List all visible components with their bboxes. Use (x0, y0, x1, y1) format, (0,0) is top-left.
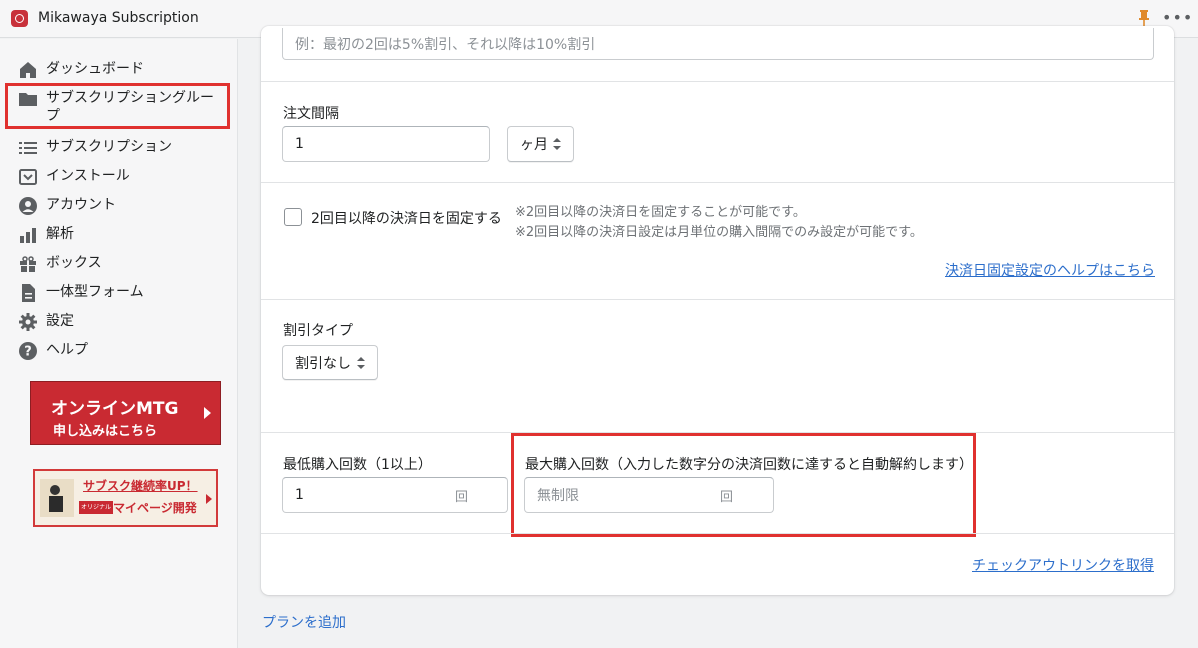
checkout-link[interactable]: チェックアウトリンクを取得 (972, 555, 1154, 575)
fix-date-help-link[interactable]: 決済日固定設定のヘルプはこちら (945, 260, 1155, 280)
home-icon (20, 62, 36, 78)
app-logo-icon (11, 10, 28, 27)
form-icon (22, 284, 35, 302)
discount-type-label: 割引タイプ (283, 323, 353, 339)
banner-title: サブスク継続率UP！ (83, 479, 198, 493)
interval-unit-value: ヶ月 (520, 137, 548, 153)
fix-date-note: ※2回目以降の決済日設定は月単位の購入間隔でのみ設定が可能です。 (515, 225, 923, 240)
account-icon (19, 197, 37, 215)
analytics-icon (20, 228, 36, 243)
online-mtg-banner[interactable]: オンラインMTG 申し込みはこちら (30, 381, 221, 445)
discount-type-select[interactable]: 割引なし (282, 345, 378, 380)
gift-icon (20, 256, 36, 272)
banner-subtitle: 申し込みはこちら (53, 424, 158, 439)
banner-title: オンラインMTG (51, 399, 179, 419)
divider (261, 182, 1174, 183)
sidebar-item-label: ヘルプ (46, 342, 88, 358)
select-caret-icon (357, 356, 365, 369)
add-plan-link[interactable]: プランを追加 (262, 612, 346, 632)
interval-input[interactable]: 1 (282, 126, 490, 162)
highlight-box-max-purchase (511, 433, 976, 537)
interval-unit-select[interactable]: ヶ月 (507, 126, 574, 162)
sidebar-item-label: 解析 (46, 226, 74, 242)
list-icon (19, 142, 37, 154)
discount-type-value: 割引なし (295, 355, 351, 372)
sidebar-item-label: 一体型フォーム (46, 284, 144, 300)
original-badge: オリジナル (79, 501, 114, 514)
discount-note-input[interactable]: 例：最初の2回は5%割引、それ以降は10%割引 (282, 28, 1154, 60)
sidebar-item-label: ダッシュボード (46, 61, 144, 77)
banner-subtitle: マイページ開発 (113, 501, 197, 515)
select-caret-icon (553, 138, 561, 150)
more-options-icon[interactable]: ••• (1162, 10, 1193, 26)
interval-label: 注文間隔 (283, 106, 339, 122)
sidebar-item-label: 設定 (46, 313, 74, 329)
sidebar-item-label: ボックス (46, 255, 102, 271)
fix-date-note: ※2回目以降の決済日を固定することが可能です。 (515, 205, 806, 220)
highlight-box-sidebar (5, 83, 230, 129)
divider (261, 81, 1174, 82)
svg-text:?: ? (24, 345, 32, 360)
min-purchase-label: 最低購入回数（1以上） (283, 457, 432, 473)
help-icon: ? (19, 342, 37, 360)
gear-icon (19, 313, 37, 331)
install-icon (19, 169, 37, 185)
divider (261, 299, 1174, 300)
sidebar-item-label: インストール (46, 168, 130, 184)
app-title: Mikawaya Subscription (38, 10, 199, 26)
sidebar-item-label: アカウント (46, 197, 116, 213)
chevron-right-icon (204, 407, 211, 419)
pin-icon[interactable] (1138, 10, 1150, 26)
person-illustration (40, 479, 74, 517)
mypage-dev-banner[interactable]: サブスク継続率UP！ オリジナル マイページ開発 (33, 469, 218, 527)
sidebar-item-label: サブスクリプション (46, 139, 172, 155)
divider (261, 533, 1174, 534)
fix-date-label[interactable]: 2回目以降の決済日を固定する (311, 208, 502, 228)
fix-date-checkbox[interactable] (284, 208, 302, 226)
chevron-right-icon (206, 494, 212, 504)
min-purchase-suffix: 回 (455, 490, 469, 505)
min-purchase-input[interactable]: 1 (282, 477, 508, 513)
